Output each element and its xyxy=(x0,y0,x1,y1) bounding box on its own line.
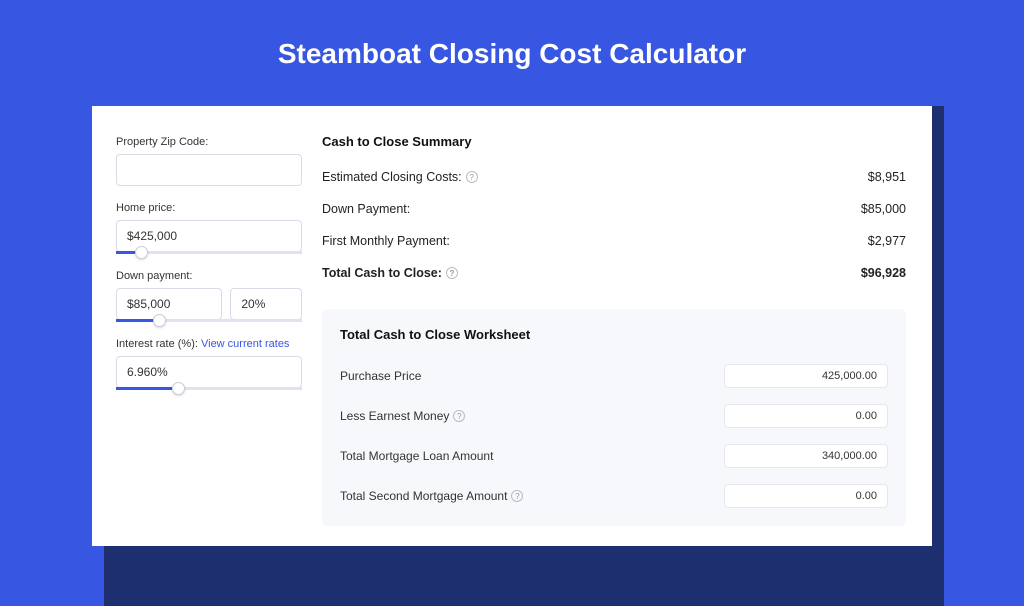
down-payment-pct-input[interactable] xyxy=(230,288,302,320)
summary-row: First Monthly Payment: $2,977 xyxy=(322,225,906,257)
summary-total-label: Total Cash to Close: ? xyxy=(322,266,458,280)
worksheet-card: Total Cash to Close Worksheet Purchase P… xyxy=(322,309,906,526)
summary-value: $2,977 xyxy=(868,234,906,248)
calculator-card: Property Zip Code: Home price: Down paym… xyxy=(92,106,932,546)
main-card: Property Zip Code: Home price: Down paym… xyxy=(92,106,932,546)
interest-input[interactable] xyxy=(116,356,302,388)
interest-slider[interactable] xyxy=(116,387,302,390)
summary-row: Down Payment: $85,000 xyxy=(322,193,906,225)
summary-row: Estimated Closing Costs: ? $8,951 xyxy=(322,161,906,193)
summary-value: $85,000 xyxy=(861,202,906,216)
worksheet-row: Total Mortgage Loan Amount xyxy=(340,436,888,476)
view-rates-link[interactable]: View current rates xyxy=(201,338,289,350)
worksheet-row: Purchase Price xyxy=(340,356,888,396)
down-payment-input[interactable] xyxy=(116,288,222,320)
summary-card: Cash to Close Summary Estimated Closing … xyxy=(322,128,906,295)
worksheet-label: Total Mortgage Loan Amount xyxy=(340,449,493,463)
down-payment-label: Down payment: xyxy=(116,270,302,282)
down-payment-slider[interactable] xyxy=(116,319,302,322)
zip-field-group: Property Zip Code: xyxy=(116,136,302,186)
interest-label: Interest rate (%): View current rates xyxy=(116,338,302,350)
help-icon[interactable]: ? xyxy=(446,267,458,279)
results-panel: Cash to Close Summary Estimated Closing … xyxy=(322,106,932,546)
worksheet-value-input[interactable] xyxy=(724,404,888,428)
worksheet-value-input[interactable] xyxy=(724,484,888,508)
home-price-slider[interactable] xyxy=(116,251,302,254)
worksheet-title: Total Cash to Close Worksheet xyxy=(340,327,888,342)
worksheet-value-input[interactable] xyxy=(724,364,888,388)
worksheet-row: Total Second Mortgage Amount ? xyxy=(340,476,888,516)
summary-total-row: Total Cash to Close: ? $96,928 xyxy=(322,257,906,289)
slider-thumb[interactable] xyxy=(172,382,185,395)
worksheet-label: Total Second Mortgage Amount ? xyxy=(340,489,523,503)
summary-label: Estimated Closing Costs: ? xyxy=(322,170,478,184)
worksheet-label: Purchase Price xyxy=(340,369,421,383)
worksheet-row: Less Earnest Money ? xyxy=(340,396,888,436)
summary-total-value: $96,928 xyxy=(861,266,906,280)
summary-label: First Monthly Payment: xyxy=(322,234,450,248)
help-icon[interactable]: ? xyxy=(511,490,523,502)
interest-group: Interest rate (%): View current rates xyxy=(116,338,302,390)
home-price-group: Home price: xyxy=(116,202,302,254)
home-price-label: Home price: xyxy=(116,202,302,214)
page-title: Steamboat Closing Cost Calculator xyxy=(0,0,1024,98)
help-icon[interactable]: ? xyxy=(453,410,465,422)
summary-value: $8,951 xyxy=(868,170,906,184)
summary-label: Down Payment: xyxy=(322,202,410,216)
zip-label: Property Zip Code: xyxy=(116,136,302,148)
slider-thumb[interactable] xyxy=(153,314,166,327)
worksheet-label: Less Earnest Money ? xyxy=(340,409,465,423)
zip-input[interactable] xyxy=(116,154,302,186)
inputs-panel: Property Zip Code: Home price: Down paym… xyxy=(92,106,322,546)
down-payment-group: Down payment: xyxy=(116,270,302,322)
summary-title: Cash to Close Summary xyxy=(322,134,906,149)
slider-thumb[interactable] xyxy=(135,246,148,259)
help-icon[interactable]: ? xyxy=(466,171,478,183)
worksheet-value-input[interactable] xyxy=(724,444,888,468)
